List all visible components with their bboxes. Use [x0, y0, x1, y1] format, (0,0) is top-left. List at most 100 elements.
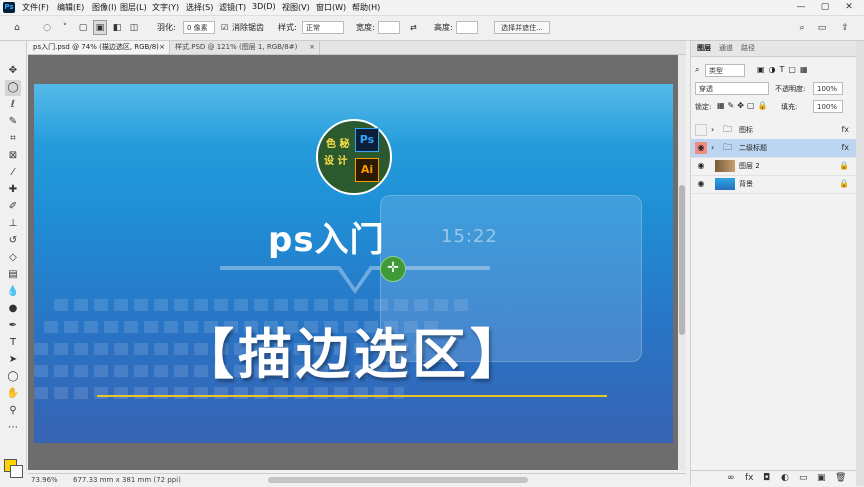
close-window-icon[interactable]: ✕: [838, 1, 860, 14]
shape-tool-icon[interactable]: ◯: [5, 369, 21, 385]
tab-ps-rumen[interactable]: ps入门.psd @ 74% (描边选区, RGB/8) ×: [28, 41, 170, 54]
add-mask-icon[interactable]: ◘: [763, 473, 770, 483]
path-selection-tool-icon[interactable]: ➤: [5, 352, 21, 368]
share-icon[interactable]: ⇪: [838, 20, 852, 35]
tab-paths[interactable]: 路径: [741, 43, 755, 53]
layers-panel: 图层 通道 路径 ⌕ 类型 ▣◑T▢▦ 穿透 不透明度: 100% 锁定: ▦✎…: [690, 41, 857, 486]
gradient-tool-icon[interactable]: ▤: [5, 267, 21, 283]
menu-select[interactable]: 选择(S): [186, 2, 213, 13]
fx-icon[interactable]: fx: [745, 473, 754, 483]
filter-icons[interactable]: ▣◑T▢▦: [757, 65, 812, 74]
new-selection-icon[interactable]: ▢: [76, 20, 90, 35]
layer-name: 图层 2: [739, 162, 760, 170]
eraser-tool-icon[interactable]: ◇: [5, 250, 21, 266]
chevron-right-icon[interactable]: ›: [711, 124, 721, 136]
lock-row: 锁定: ▦✎✥▢🔒 填充: 100%: [691, 99, 857, 117]
close-icon[interactable]: ×: [309, 41, 315, 54]
select-and-mask-button[interactable]: 选择并遮住...: [494, 21, 550, 34]
zoom-level[interactable]: 73.96%: [31, 476, 58, 484]
blend-mode-select[interactable]: 穿透: [695, 82, 769, 95]
visibility-toggle[interactable]: [695, 124, 707, 136]
blur-tool-icon[interactable]: 💧: [5, 284, 21, 300]
menu-layer[interactable]: 图层(L): [120, 2, 147, 13]
vertical-scrollbar[interactable]: [678, 55, 686, 470]
fill-input[interactable]: 100%: [813, 100, 843, 113]
fx-icon[interactable]: fx: [841, 139, 849, 157]
new-group-icon[interactable]: ▭: [799, 473, 808, 483]
pen-tool-icon[interactable]: ✒: [5, 318, 21, 334]
eye-icon[interactable]: ◉: [695, 142, 707, 154]
layer-thumbnail: [715, 160, 735, 172]
fx-icon[interactable]: fx: [841, 121, 849, 139]
horizontal-scrollbar[interactable]: [268, 477, 528, 483]
minimize-icon[interactable]: —: [790, 1, 812, 14]
menu-view[interactable]: 视图(V): [282, 2, 310, 13]
brush-tool-icon[interactable]: ✐: [5, 199, 21, 215]
trash-icon[interactable]: 🗑: [835, 473, 846, 483]
menu-edit[interactable]: 编辑(E): [57, 2, 84, 13]
menu-help[interactable]: 帮助(H): [352, 2, 380, 13]
intersect-selection-icon[interactable]: ◫: [127, 20, 141, 35]
tab-style[interactable]: 样式.PSD @ 121% (图层 1, RGB/8#) ×: [170, 41, 320, 54]
history-brush-tool-icon[interactable]: ↺: [5, 233, 21, 249]
fill-label: 填充:: [781, 103, 798, 111]
search-icon: ⌕: [695, 65, 700, 74]
hand-tool-icon[interactable]: ✋: [5, 386, 21, 402]
chevron-down-icon[interactable]: ˅: [58, 20, 72, 35]
scrollbar-thumb[interactable]: [679, 185, 685, 335]
new-layer-icon[interactable]: ▣: [817, 473, 826, 483]
link-layers-icon[interactable]: ∞: [727, 473, 735, 483]
subtract-selection-icon[interactable]: ◧: [110, 20, 124, 35]
close-icon[interactable]: ×: [159, 41, 165, 54]
antialias-checkbox-icon[interactable]: ☑: [221, 21, 228, 35]
opacity-input[interactable]: 100%: [813, 82, 843, 95]
zoom-tool-icon[interactable]: ⚲: [5, 403, 21, 419]
search-icon[interactable]: ⌕: [795, 20, 809, 35]
healing-brush-tool-icon[interactable]: ✚: [5, 182, 21, 198]
eye-icon[interactable]: ◉: [695, 178, 707, 190]
elliptical-marquee-tool-icon[interactable]: ◯: [5, 80, 21, 96]
crop-tool-icon[interactable]: ⌗: [5, 131, 21, 147]
layer-filter-select[interactable]: 类型: [705, 64, 745, 77]
workspace-icon[interactable]: ▭: [815, 20, 829, 35]
home-icon[interactable]: ⌂: [10, 20, 24, 35]
background-color-swatch[interactable]: [10, 465, 23, 478]
add-selection-icon[interactable]: ▣: [93, 20, 107, 35]
eye-icon[interactable]: ◉: [695, 160, 707, 172]
layer-row[interactable]: ◉ 图层 2 🔒: [691, 157, 857, 176]
height-input[interactable]: [456, 21, 478, 34]
width-input[interactable]: [378, 21, 400, 34]
move-tool-icon[interactable]: ✥: [5, 63, 21, 79]
quick-select-tool-icon[interactable]: ✎: [5, 114, 21, 130]
style-select[interactable]: 正常: [302, 21, 344, 34]
layer-row-selected[interactable]: ◉ › 🗀 二级标题 fx: [691, 139, 857, 158]
eyedropper-tool-icon[interactable]: ⁄: [5, 165, 21, 181]
logo-text: 设 计: [324, 156, 348, 167]
feather-input[interactable]: 0 像素: [183, 21, 215, 34]
clone-stamp-tool-icon[interactable]: ⊥: [5, 216, 21, 232]
menu-image[interactable]: 图像(I): [92, 2, 117, 13]
main-title-text: 【描边选区】: [180, 323, 528, 386]
menu-filter[interactable]: 滤镜(T): [219, 2, 246, 13]
maximize-icon[interactable]: ▢: [814, 1, 836, 14]
chevron-right-icon[interactable]: ›: [711, 142, 721, 154]
panel-tab-bar: 图层 通道 路径: [691, 41, 857, 57]
tab-layers[interactable]: 图层: [697, 43, 711, 53]
layer-row[interactable]: › 🗀 图标 fx: [691, 121, 857, 140]
marquee-preset-icon[interactable]: ◌: [40, 20, 54, 35]
tab-channels[interactable]: 通道: [719, 43, 733, 53]
menu-type[interactable]: 文字(Y): [152, 2, 179, 13]
more-tools-icon[interactable]: ⋯: [5, 420, 21, 436]
menu-window[interactable]: 窗口(W): [316, 2, 346, 13]
lasso-tool-icon[interactable]: ℓ: [5, 97, 21, 113]
lock-icons[interactable]: ▦✎✥▢🔒: [717, 101, 770, 110]
layer-row[interactable]: ◉ 背景 🔒: [691, 175, 857, 194]
menu-3d[interactable]: 3D(D): [252, 2, 276, 11]
menu-file[interactable]: 文件(F): [22, 2, 49, 13]
adjustment-layer-icon[interactable]: ◐: [781, 473, 789, 483]
swap-icon[interactable]: ⇄: [410, 21, 417, 35]
panel-collapse-strip[interactable]: [856, 41, 864, 486]
frame-tool-icon[interactable]: ⊠: [5, 148, 21, 164]
type-tool-icon[interactable]: T: [5, 335, 21, 351]
dodge-tool-icon[interactable]: ●: [5, 301, 21, 317]
